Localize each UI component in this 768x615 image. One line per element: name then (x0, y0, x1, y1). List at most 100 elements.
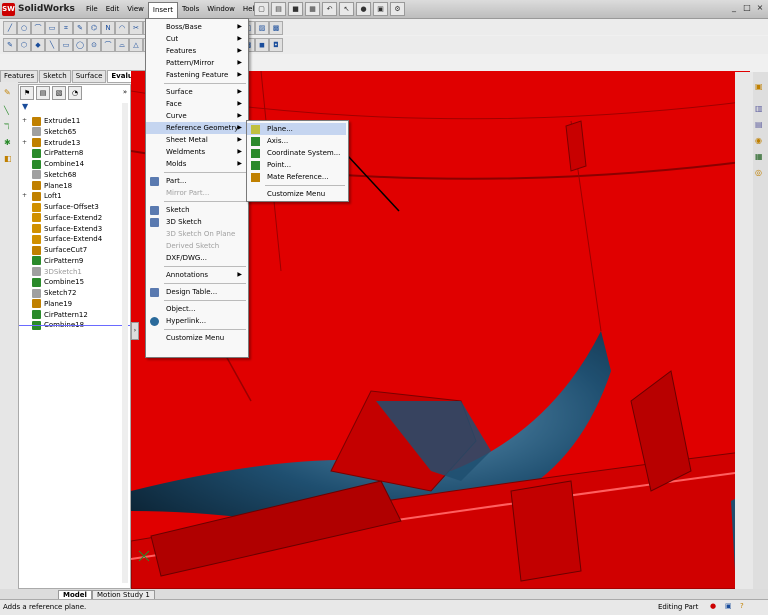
tree-item[interactable]: CirPattern8 (22, 148, 83, 158)
line-icon[interactable]: ╲ (4, 106, 9, 115)
feature-tool-icon[interactable]: ▭ (59, 38, 73, 52)
menu-item-annotations[interactable]: Annotations ▶ (146, 269, 246, 281)
sketch-tool-icon[interactable]: ○ (17, 21, 31, 35)
menu-item-weldments[interactable]: Weldments ▶ (146, 146, 246, 158)
open-icon[interactable]: ▤ (271, 2, 286, 16)
close-icon[interactable]: × (755, 3, 765, 12)
menu-view[interactable]: View (123, 2, 148, 17)
sketch-tool-icon[interactable]: ╱ (3, 21, 17, 35)
feature-tool-icon[interactable]: ✎ (3, 38, 17, 52)
file-explorer-icon[interactable]: ▤ (755, 120, 763, 129)
feature-tool-icon[interactable]: ◯ (73, 38, 87, 52)
undo-icon[interactable]: ↶ (322, 2, 337, 16)
tree-item[interactable]: CirPattern9 (22, 256, 83, 266)
menu-item-design-table[interactable]: Design Table... (146, 286, 246, 298)
options-icon[interactable]: ⚙ (390, 2, 405, 16)
feature-tool-icon[interactable]: △ (129, 38, 143, 52)
print-icon[interactable]: ▦ (305, 2, 320, 16)
tree-item[interactable]: Combine14 (22, 159, 84, 169)
file-properties-icon[interactable]: ▣ (373, 2, 388, 16)
menu-item-object[interactable]: Object... (146, 303, 246, 315)
menu-item-customize-menu[interactable]: Customize Menu (146, 332, 246, 344)
feature-tool-icon[interactable]: ⬡ (17, 38, 31, 52)
submenu-item-axis[interactable]: Axis... (247, 135, 346, 147)
tab-sketch[interactable]: Sketch (39, 70, 71, 83)
menu-item-dxf-dwg[interactable]: DXF/DWG... (146, 252, 246, 264)
configuration-icon[interactable]: ▧ (52, 86, 66, 100)
menu-item-sketch[interactable]: Sketch (146, 204, 246, 216)
mate-icon[interactable]: ◧ (4, 154, 12, 163)
units-icon[interactable]: ▣ (725, 602, 732, 610)
tree-item[interactable]: + Extrude11 (22, 116, 80, 126)
tree-item[interactable]: Plane18 (22, 181, 72, 191)
tree-item[interactable]: Surface-Offset3 (22, 202, 99, 212)
expand-toggle[interactable]: + (22, 116, 29, 126)
submenu-item-plane[interactable]: Plane... (247, 123, 346, 135)
select-icon[interactable]: ↖ (339, 2, 354, 16)
menu-item-hyperlink[interactable]: Hyperlink... (146, 315, 246, 327)
menu-insert[interactable]: Insert (147, 2, 178, 18)
menu-item-reference-geometry[interactable]: Reference Geometry ▶ (146, 122, 246, 134)
sketch-tool-icon[interactable]: ⌒ (31, 21, 45, 35)
menu-item-derived-sketch[interactable]: Derived Sketch (146, 240, 246, 252)
sketch-tool-icon[interactable]: ◠ (115, 21, 129, 35)
tree-item[interactable]: + Extrude13 (22, 138, 80, 148)
sketch-tool-icon[interactable]: ⌬ (87, 21, 101, 35)
menu-item-boss-base[interactable]: Boss/Base ▶ (146, 21, 246, 33)
menu-item-sheet-metal[interactable]: Sheet Metal ▶ (146, 134, 246, 146)
submenu-item-point[interactable]: Point... (247, 159, 346, 171)
menu-item-3d-sketch-on-plane[interactable]: 3D Sketch On Plane (146, 228, 246, 240)
quick-tips-icon[interactable]: ? (740, 602, 744, 610)
rollback-bar[interactable] (19, 325, 130, 326)
pencil-icon[interactable]: ✎ (4, 88, 11, 97)
minimize-icon[interactable]: _ (729, 3, 739, 12)
menu-item-molds[interactable]: Molds ▶ (146, 158, 246, 170)
axis-icon[interactable]: ℸ (4, 122, 9, 131)
rebuild-icon[interactable]: ● (356, 2, 371, 16)
rebuild-status-icon[interactable]: ● (710, 602, 716, 610)
menu-item-3d-sketch[interactable]: 3D Sketch (146, 216, 246, 228)
restore-icon[interactable]: □ (742, 3, 752, 12)
tab-surface[interactable]: Surface (71, 70, 107, 83)
sketch-tool-icon[interactable]: ▨ (255, 21, 269, 35)
design-library-icon[interactable]: ▥ (755, 104, 763, 113)
submenu-item-customize-menu[interactable]: Customize Menu (247, 188, 346, 200)
feature-tool-icon[interactable]: ◆ (31, 38, 45, 52)
menu-window[interactable]: Window (203, 2, 239, 17)
menu-file[interactable]: File (82, 2, 102, 17)
menu-item-cut[interactable]: Cut ▶ (146, 33, 246, 45)
sketch-tool-icon[interactable]: N (101, 21, 115, 35)
point-icon[interactable]: ✱ (4, 138, 11, 147)
tree-item[interactable]: + Loft1 (22, 191, 62, 201)
menu-item-surface[interactable]: Surface ▶ (146, 86, 246, 98)
feature-tool-icon[interactable]: ╲ (45, 38, 59, 52)
tree-item[interactable]: Sketch68 (22, 170, 77, 180)
appearances-icon[interactable]: ◎ (755, 168, 762, 177)
tree-item[interactable]: Combine15 (22, 277, 84, 287)
filter-icon[interactable]: ▼ (22, 102, 28, 111)
menu-item-fastening-feature[interactable]: Fastening Feature ▶ (146, 69, 246, 81)
sketch-tool-icon[interactable]: ✂ (129, 21, 143, 35)
feature-tool-icon[interactable]: ⊙ (87, 38, 101, 52)
splitter-handle[interactable]: › (131, 322, 139, 340)
expand-toggle[interactable]: + (22, 138, 29, 148)
expand-toggle[interactable]: + (22, 191, 29, 201)
menu-item-face[interactable]: Face ▶ (146, 98, 246, 110)
feature-tool-icon[interactable]: ◼ (255, 38, 269, 52)
feature-tool-icon[interactable]: ◘ (269, 38, 283, 52)
tree-item[interactable]: Surface-Extend2 (22, 213, 102, 223)
search-icon[interactable]: ◉ (755, 136, 762, 145)
menu-item-mirror-part[interactable]: Mirror Part... (146, 187, 246, 199)
menu-tools[interactable]: Tools (178, 2, 203, 17)
display-manager-icon[interactable]: ◔ (68, 86, 82, 100)
save-icon[interactable]: ■ (288, 2, 303, 16)
tree-item[interactable]: Sketch65 (22, 127, 77, 137)
tree-item[interactable]: Sketch72 (22, 288, 77, 298)
menu-item-features[interactable]: Features ▶ (146, 45, 246, 57)
sketch-tool-icon[interactable]: ⌗ (59, 21, 73, 35)
sketch-tool-icon[interactable]: ▩ (269, 21, 283, 35)
sketch-tool-icon[interactable]: ✎ (73, 21, 87, 35)
tree-item[interactable]: Plane19 (22, 299, 72, 309)
feature-tree-icon[interactable]: ⚑ (20, 86, 34, 100)
tree-scrollbar[interactable] (122, 103, 128, 583)
